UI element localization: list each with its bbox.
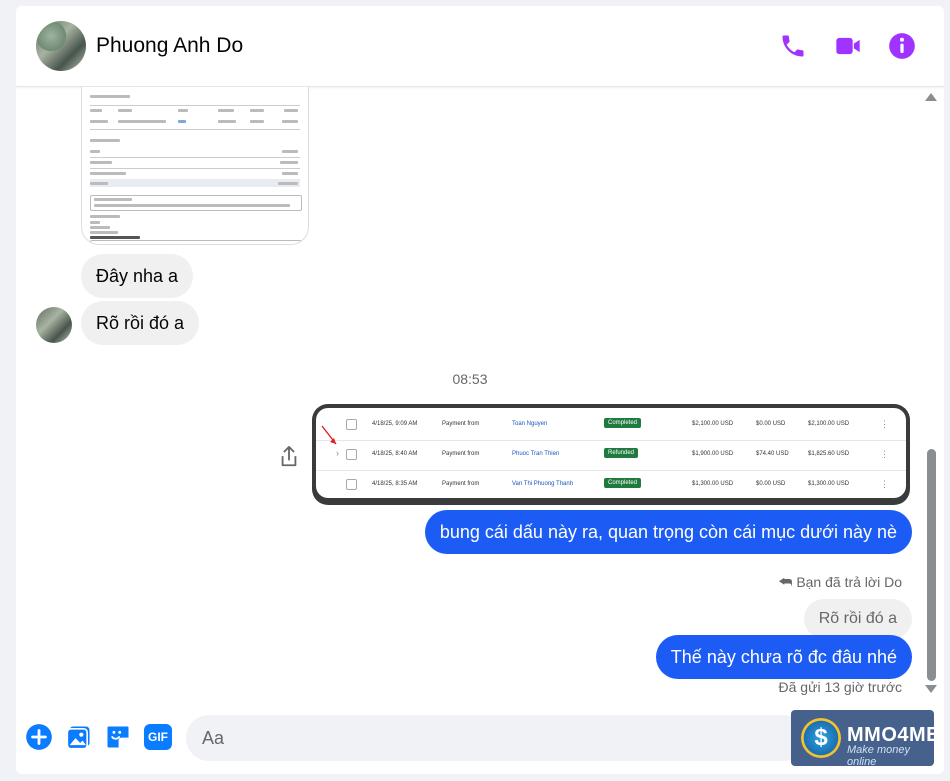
sender-avatar[interactable]: [36, 307, 72, 343]
tx-gross: $1,900.00 USD: [692, 451, 734, 457]
more-icon: ⋮: [880, 449, 889, 459]
sent-status: Đã gửi 13 giờ trước: [778, 679, 902, 695]
more-icon: ⋮: [880, 479, 889, 489]
message-input[interactable]: [186, 715, 806, 761]
contact-avatar[interactable]: [36, 21, 86, 71]
info-icon[interactable]: [888, 32, 916, 60]
more-icon: ⋮: [880, 419, 889, 429]
scroll-up-arrow-icon[interactable]: [925, 93, 937, 101]
transactions-table: 4/18/25, 9:09 AM Payment from Toan Nguye…: [316, 408, 906, 498]
tx-name: Phuoc Tran Thien: [512, 451, 560, 457]
phone-icon[interactable]: [779, 32, 807, 60]
received-document-image[interactable]: [81, 87, 309, 245]
tx-gross: $2,100.00 USD: [692, 421, 734, 427]
tx-name: Toan Nguyen: [512, 421, 548, 427]
chat-header: Phuong Anh Do: [16, 6, 944, 87]
replied-note-text: Bạn đã trả lời Do: [796, 574, 902, 590]
tx-type: Payment from: [442, 451, 480, 457]
sent-message[interactable]: bung cái dấu này ra, quan trọng còn cái …: [424, 510, 912, 554]
scroll-down-arrow-icon[interactable]: [925, 685, 937, 693]
tx-fee: $0.00 USD: [756, 481, 786, 487]
tx-fee: $74.40 USD: [756, 451, 789, 457]
share-icon[interactable]: [278, 445, 300, 469]
message-list: Đây nha a Rõ rồi đó a 08:53 4/18/25, 9:0…: [16, 87, 944, 707]
scrollbar[interactable]: [924, 89, 938, 701]
row-checkbox: [346, 479, 357, 490]
replied-note: ⮪ Bạn đã trả lời Do: [778, 574, 902, 591]
tx-date: 4/18/25, 8:35 AM: [372, 481, 418, 487]
row-checkbox: [346, 449, 357, 460]
tx-type: Payment from: [442, 421, 480, 427]
tx-fee: $0.00 USD: [756, 421, 786, 427]
chat-window: Phuong Anh Do Đây nha a Rõ rồi đó a 08:5…: [16, 6, 944, 774]
received-message[interactable]: Rõ rồi đó a: [81, 301, 200, 345]
tx-gross: $1,300.00 USD: [692, 481, 734, 487]
contact-name[interactable]: Phuong Anh Do: [96, 34, 243, 58]
red-arrow-annotation: [321, 425, 337, 445]
mmo4me-watermark-logo: $ MMO4ME Make money online: [791, 710, 934, 766]
scrollbar-thumb[interactable]: [927, 449, 936, 681]
plus-icon[interactable]: [25, 723, 53, 751]
expand-chevron-icon: ›: [336, 448, 339, 458]
image-icon[interactable]: [65, 723, 93, 751]
tx-status-badge: Completed: [604, 478, 642, 488]
message-timestamp: 08:53: [452, 371, 488, 387]
sticker-icon[interactable]: [104, 723, 132, 751]
tx-date: 4/18/25, 9:09 AM: [372, 421, 418, 427]
tx-status-badge: Refunded: [604, 448, 639, 458]
video-camera-icon[interactable]: [834, 32, 862, 60]
watermark-subtitle: Make money online: [847, 744, 910, 766]
tx-date: 4/18/25, 8:40 AM: [372, 451, 418, 457]
tx-type: Payment from: [442, 481, 480, 487]
sent-message[interactable]: Thế này chưa rõ đc đâu nhé: [655, 635, 912, 679]
tx-net: $1,825.60 USD: [808, 451, 850, 457]
quoted-reply[interactable]: Rõ rồi đó a: [803, 599, 912, 639]
dollar-coin-icon: $: [801, 718, 841, 758]
row-checkbox: [346, 419, 357, 430]
tx-name: Van Thi Phuong Thanh: [512, 481, 574, 487]
sent-transactions-image[interactable]: 4/18/25, 9:09 AM Payment from Toan Nguye…: [312, 404, 910, 505]
received-message[interactable]: Đây nha a: [81, 254, 194, 298]
table-row: 4/18/25, 8:35 AM Payment from Van Thi Ph…: [316, 470, 906, 500]
gif-icon[interactable]: GIF: [144, 724, 172, 750]
table-row: 4/18/25, 9:09 AM Payment from Toan Nguye…: [316, 410, 906, 441]
reply-arrow-icon: ⮪: [778, 574, 793, 591]
tx-net: $1,300.00 USD: [808, 481, 850, 487]
tx-net: $2,100.00 USD: [808, 421, 850, 427]
table-row: › 4/18/25, 8:40 AM Payment from Phuoc Tr…: [316, 425, 906, 471]
tx-status-badge: Completed: [604, 418, 642, 428]
